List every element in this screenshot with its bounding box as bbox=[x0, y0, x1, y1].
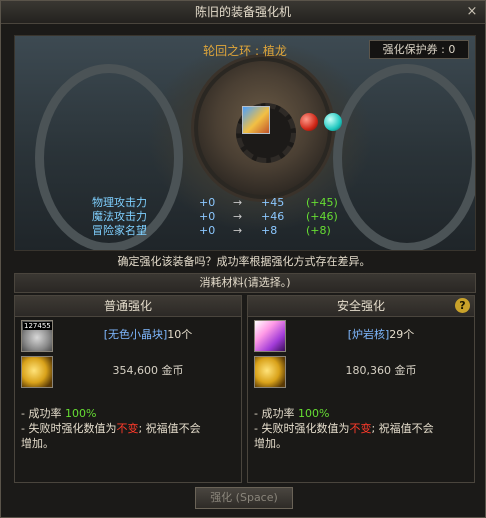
normal-gold-row: 354,600 金币 bbox=[21, 356, 235, 388]
normal-gold-unit: 金币 bbox=[161, 364, 184, 377]
safe-enhance-title: 安全强化 ? bbox=[248, 296, 474, 317]
normal-material-name: [无色小晶块] bbox=[103, 328, 168, 341]
safe-rules: - 成功率 100% - 失败时强化数值为不变; 祝福值不会 增加。 bbox=[254, 406, 468, 451]
safe-gold-unit: 金币 bbox=[394, 364, 417, 377]
pink-crystal-icon[interactable] bbox=[254, 320, 286, 352]
safe-material-label: [炉岩核]29个 bbox=[294, 320, 468, 350]
stat-row: 冒险家名望 +0 → +8 (+8) bbox=[15, 224, 475, 238]
rule-keyword: 不变 bbox=[116, 422, 139, 435]
stat-diff: (+8) bbox=[306, 224, 331, 237]
safe-material-row[interactable]: [炉岩核]29个 bbox=[254, 320, 468, 352]
rule-text: ; 祝福值不会 bbox=[138, 422, 201, 435]
normal-enhance-panel[interactable]: 普通强化 127455 [无色小晶块]10个 354,600 金币 - 成功率 … bbox=[14, 295, 242, 483]
success-rate-value: 100% bbox=[297, 407, 330, 420]
materials-header: 消耗材料(请选择。) bbox=[14, 273, 476, 293]
normal-fail-rule: - 失败时强化数值为不变; 祝福值不会 bbox=[21, 421, 235, 436]
ring-item-icon[interactable] bbox=[242, 106, 270, 134]
machine-banner: 轮回之环 : 植龙 强化保护券 : 0 物理攻击力 +0 → +45 (+45)… bbox=[14, 35, 476, 251]
stat-row: 魔法攻击力 +0 → +46 (+46) bbox=[15, 210, 475, 224]
normal-gold-cost: 354,600 金币 bbox=[61, 356, 235, 386]
stat-current: +0 bbox=[199, 210, 216, 223]
success-rate-value: 100% bbox=[64, 407, 97, 420]
arrow-right-icon: → bbox=[233, 224, 243, 237]
protect-ticket-count: 强化保护券 : 0 bbox=[369, 40, 469, 59]
enhance-button[interactable]: 强化 (Space) bbox=[195, 487, 293, 509]
stat-current: +0 bbox=[199, 196, 216, 209]
crystal-chunk-icon[interactable]: 127455 bbox=[21, 320, 53, 352]
confirm-text: 确定强化该装备吗？成功率根据强化方式存在差异。 bbox=[117, 255, 371, 268]
gold-coins-icon bbox=[21, 356, 53, 388]
arrow-right-icon: → bbox=[233, 210, 243, 223]
cyan-orb-icon bbox=[324, 113, 342, 131]
safe-enhance-panel[interactable]: 安全强化 ? [炉岩核]29个 180,360 金币 - 成功率 100% - … bbox=[247, 295, 475, 483]
rule-text: - 成功率 bbox=[21, 407, 62, 420]
stat-current: +0 bbox=[199, 224, 216, 237]
safe-gold-cost: 180,360 金币 bbox=[294, 356, 468, 386]
rule-keyword: 不变 bbox=[349, 422, 372, 435]
red-orb-icon bbox=[300, 113, 318, 131]
rule-text: - 失败时强化数值为 bbox=[254, 422, 350, 435]
rule-text: - 失败时强化数值为 bbox=[21, 422, 117, 435]
rule-text: - 成功率 bbox=[254, 407, 295, 420]
normal-enhance-title: 普通强化 bbox=[15, 296, 241, 317]
stat-diff: (+46) bbox=[306, 210, 338, 223]
stat-list: 物理攻击力 +0 → +45 (+45) 魔法攻击力 +0 → +46 (+46… bbox=[15, 196, 475, 238]
close-icon[interactable]: × bbox=[465, 5, 479, 19]
safe-material-qty: 29个 bbox=[389, 328, 415, 341]
safe-enhance-title-text: 安全强化 bbox=[336, 299, 385, 313]
enhance-window: 陈旧的装备强化机 × 轮回之环 : 植龙 强化保护券 : 0 物理攻击力 +0 … bbox=[0, 0, 486, 518]
stat-row: 物理攻击力 +0 → +45 (+45) bbox=[15, 196, 475, 210]
normal-material-label: [无色小晶块]10个 bbox=[61, 320, 235, 350]
arrow-right-icon: → bbox=[233, 196, 243, 209]
stat-new: +8 bbox=[261, 224, 278, 237]
stat-diff: (+45) bbox=[306, 196, 338, 209]
normal-success-rate: - 成功率 100% bbox=[21, 406, 235, 421]
stat-name: 魔法攻击力 bbox=[92, 210, 147, 223]
gold-coins-icon bbox=[254, 356, 286, 388]
safe-success-rate: - 成功率 100% bbox=[254, 406, 468, 421]
rule-text: 增加。 bbox=[21, 437, 54, 450]
window-title: 陈旧的装备强化机 bbox=[194, 5, 291, 19]
safe-gold-amount: 180,360 bbox=[345, 364, 392, 377]
stat-name: 冒险家名望 bbox=[92, 224, 147, 237]
safe-fail-rule: - 失败时强化数值为不变; 祝福值不会 bbox=[254, 421, 468, 436]
stat-new: +46 bbox=[261, 210, 285, 223]
material-count-badge: 127455 bbox=[23, 322, 52, 330]
normal-material-row[interactable]: 127455 [无色小晶块]10个 bbox=[21, 320, 235, 352]
stat-name: 物理攻击力 bbox=[92, 196, 147, 209]
rule-text: 增加。 bbox=[254, 437, 287, 450]
stat-new: +45 bbox=[261, 196, 285, 209]
normal-material-qty: 10个 bbox=[167, 328, 193, 341]
normal-gold-amount: 354,600 bbox=[112, 364, 159, 377]
safe-material-name: [炉岩核] bbox=[347, 328, 390, 341]
normal-rules: - 成功率 100% - 失败时强化数值为不变; 祝福值不会 增加。 bbox=[21, 406, 235, 451]
help-icon[interactable]: ? bbox=[455, 298, 470, 313]
safe-gold-row: 180,360 金币 bbox=[254, 356, 468, 388]
rule-text: ; 祝福值不会 bbox=[371, 422, 434, 435]
window-titlebar[interactable]: 陈旧的装备强化机 × bbox=[1, 1, 485, 24]
